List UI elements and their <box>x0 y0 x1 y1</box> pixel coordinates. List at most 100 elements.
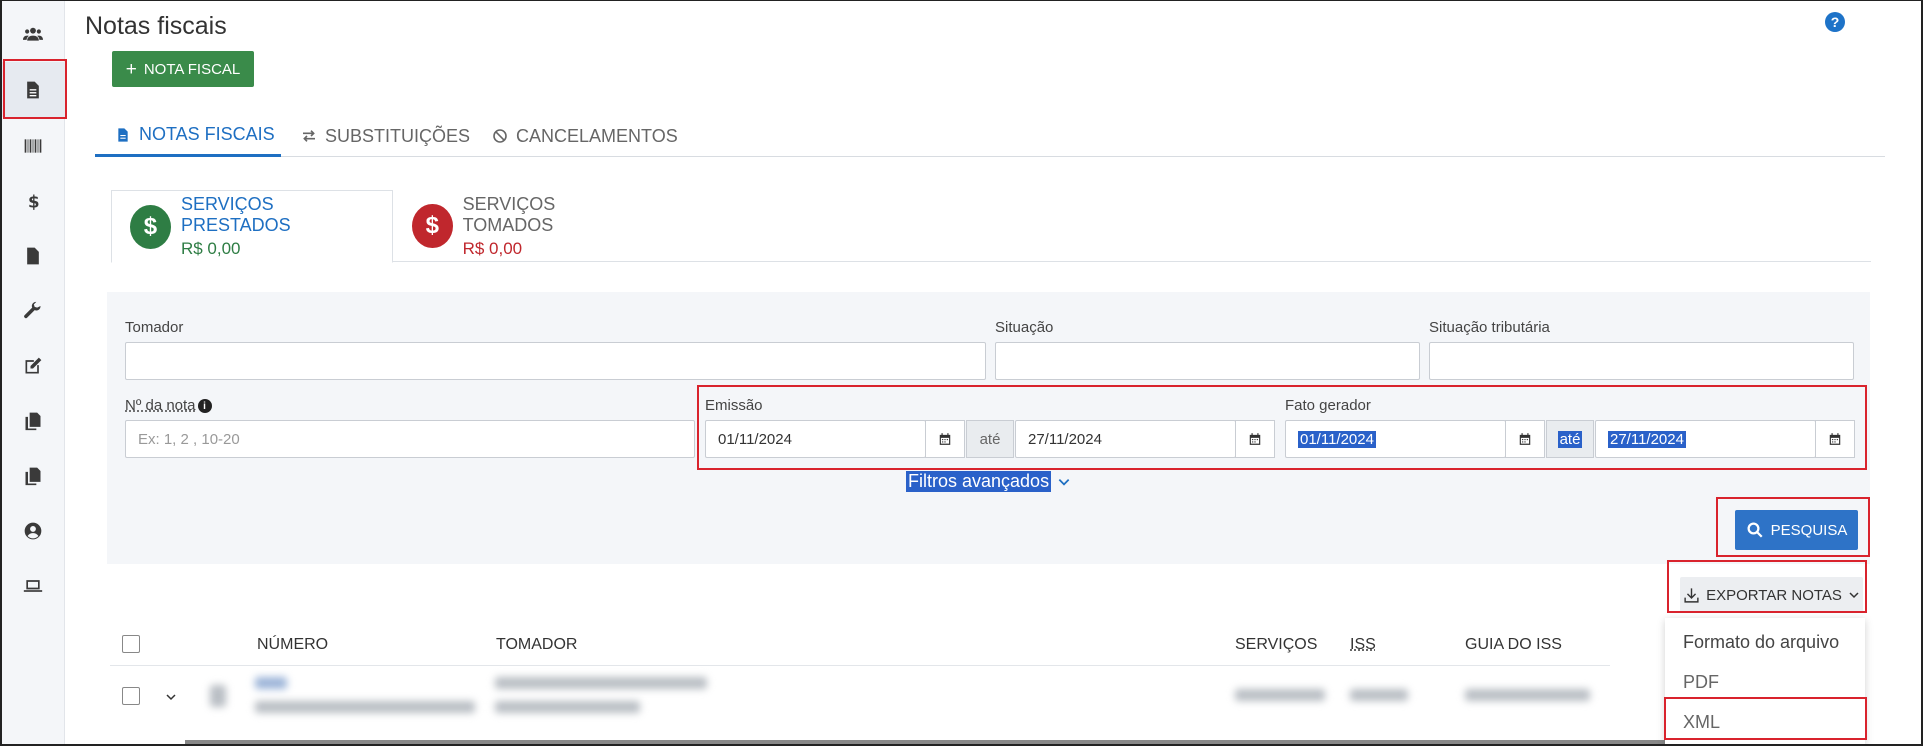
row-checkbox[interactable] <box>122 687 140 705</box>
sidebar: $ <box>0 0 65 746</box>
fato-from-input[interactable]: 01/11/2024 <box>1285 420 1506 458</box>
chevron-down-icon <box>1058 478 1070 486</box>
users-icon <box>22 27 43 41</box>
chevron-down-icon[interactable] <box>165 691 177 703</box>
fato-gerador-label: Fato gerador <box>1285 397 1371 414</box>
tab-notas-fiscais-label: NOTAS FISCAIS <box>139 124 275 144</box>
sidebar-item-laptop[interactable] <box>0 558 65 613</box>
file-text-icon <box>118 127 128 142</box>
servicos-tomados-value: R$ 0,00 <box>462 238 523 258</box>
sidebar-item-copy-alt[interactable] <box>0 448 65 503</box>
fato-ate-label: até <box>1546 420 1594 458</box>
column-iss[interactable]: ISS <box>1350 636 1376 654</box>
servicos-prestados-title: SERVIÇOS PRESTADOS <box>180 194 291 235</box>
emissao-label: Emissão <box>705 397 763 414</box>
column-guia-iss[interactable]: GUIA DO ISS <box>1465 636 1562 654</box>
sidebar-item-tools[interactable] <box>0 283 65 338</box>
row-status-icon <box>210 685 226 707</box>
tab-substituicoes-label: SUBSTITUIÇÕES <box>325 125 471 146</box>
info-icon[interactable]: i <box>197 399 212 414</box>
export-button[interactable]: EXPORTAR NOTAS <box>1680 577 1863 613</box>
dollar-icon: $ <box>28 192 40 210</box>
new-nota-fiscal-button[interactable]: + NOTA FISCAL <box>112 51 254 87</box>
advanced-filters-label: Filtros avançados <box>906 471 1052 492</box>
calendar-icon[interactable] <box>925 420 965 458</box>
emissao-ate-label: até <box>966 420 1014 458</box>
tab-cancelamentos[interactable]: CANCELAMENTOS <box>492 115 678 157</box>
fato-to-value: 27/11/2024 <box>1608 430 1686 448</box>
copy-alt-icon <box>25 467 40 485</box>
export-xml-option[interactable]: XML <box>1683 712 1720 733</box>
dollar-icon: $ <box>412 204 453 248</box>
row-tomador-blurred <box>495 677 707 689</box>
export-dropdown: Formato do arquivo PDF XML <box>1665 618 1865 746</box>
tab-servicos-prestados[interactable]: $ SERVIÇOS PRESTADOS R$ 0,00 <box>111 190 393 263</box>
sidebar-item-barcode[interactable] <box>0 118 65 173</box>
export-pdf-option[interactable]: PDF <box>1683 672 1719 693</box>
emissao-to-input[interactable]: 27/11/2024 <box>1015 420 1236 458</box>
servicos-tomados-title: SERVIÇOS TOMADOS <box>462 193 556 235</box>
fato-to-input[interactable]: 27/11/2024 <box>1595 420 1816 458</box>
situacao-tributaria-select[interactable] <box>1429 342 1854 380</box>
main-tabs: NOTAS FISCAIS SUBSTITUIÇÕES CANCELAMENTO… <box>95 115 1885 157</box>
export-button-label: EXPORTAR NOTAS <box>1706 586 1842 604</box>
ban-icon <box>493 129 507 143</box>
page-title: Notas fiscais <box>85 12 227 40</box>
sidebar-item-dollar[interactable]: $ <box>0 173 65 228</box>
search-button[interactable]: PESQUISA <box>1735 510 1858 550</box>
numero-input[interactable]: Ex: 1, 2 , 10-20 <box>125 420 695 458</box>
situacao-tributaria-label: Situação tributária <box>1429 319 1550 336</box>
servicos-prestados-value: R$ 0,00 <box>180 239 241 258</box>
sidebar-item-edit[interactable] <box>0 338 65 393</box>
table-row[interactable] <box>110 667 1610 727</box>
download-icon <box>1684 587 1699 603</box>
tab-servicos-tomados[interactable]: $ SERVIÇOS TOMADOS R$ 0,00 <box>394 190 654 262</box>
plus-icon: + <box>125 58 137 80</box>
user-circle-icon <box>24 522 41 539</box>
advanced-filters-toggle[interactable]: Filtros avançados <box>906 471 1071 492</box>
emissao-from-input[interactable]: 01/11/2024 <box>705 420 926 458</box>
column-tomador[interactable]: TOMADOR <box>496 636 577 654</box>
laptop-icon <box>23 579 42 592</box>
calendar-icon[interactable] <box>1505 420 1545 458</box>
dollar-icon: $ <box>130 204 171 249</box>
export-format-title: Formato do arquivo <box>1683 632 1840 652</box>
sidebar-item-file[interactable] <box>0 228 65 283</box>
file-text-icon <box>26 81 39 98</box>
tomador-input[interactable] <box>125 342 986 380</box>
calendar-icon[interactable] <box>1235 420 1275 458</box>
wrench-icon <box>23 301 41 318</box>
numero-label-text: Nº da nota <box>125 397 196 414</box>
tab-notas-fiscais[interactable]: NOTAS FISCAIS <box>95 115 281 157</box>
horizontal-scrollbar[interactable] <box>185 740 1860 746</box>
tab-substituicoes[interactable]: SUBSTITUIÇÕES <box>301 115 470 157</box>
new-nota-fiscal-label: NOTA FISCAL <box>143 60 241 78</box>
tab-cancelamentos-label: CANCELAMENTOS <box>516 125 678 146</box>
tomador-label: Tomador <box>125 319 184 336</box>
row-servicos-blurred <box>1235 689 1325 701</box>
exchange-icon <box>303 130 315 142</box>
chevron-down-icon <box>1849 592 1859 599</box>
numero-label: Nº da nota i <box>125 397 212 414</box>
row-tomador-detail-blurred <box>495 701 640 713</box>
situacao-select[interactable] <box>995 342 1420 380</box>
file-icon <box>26 247 39 264</box>
barcode-icon <box>24 138 41 153</box>
copy-icon <box>25 412 40 430</box>
sidebar-item-notas[interactable] <box>0 62 65 117</box>
table-header: NÚMERO TOMADOR SERVIÇOS ISS GUIA DO ISS <box>110 630 1610 666</box>
edit-icon <box>25 357 41 373</box>
search-icon <box>1747 522 1763 538</box>
sidebar-item-users[interactable] <box>0 6 65 61</box>
column-servicos[interactable]: SERVIÇOS <box>1235 636 1317 654</box>
question-icon[interactable]: ? <box>1825 12 1845 32</box>
column-numero[interactable]: NÚMERO <box>257 636 328 654</box>
sidebar-item-user[interactable] <box>0 503 65 558</box>
sidebar-item-copy[interactable] <box>0 393 65 448</box>
fato-ate-text: até <box>1557 430 1583 448</box>
calendar-icon[interactable] <box>1815 420 1855 458</box>
svg-text:$: $ <box>28 192 40 210</box>
row-numero-detail-blurred <box>255 701 475 713</box>
select-all-checkbox[interactable] <box>122 635 140 653</box>
situacao-label: Situação <box>995 319 1054 336</box>
